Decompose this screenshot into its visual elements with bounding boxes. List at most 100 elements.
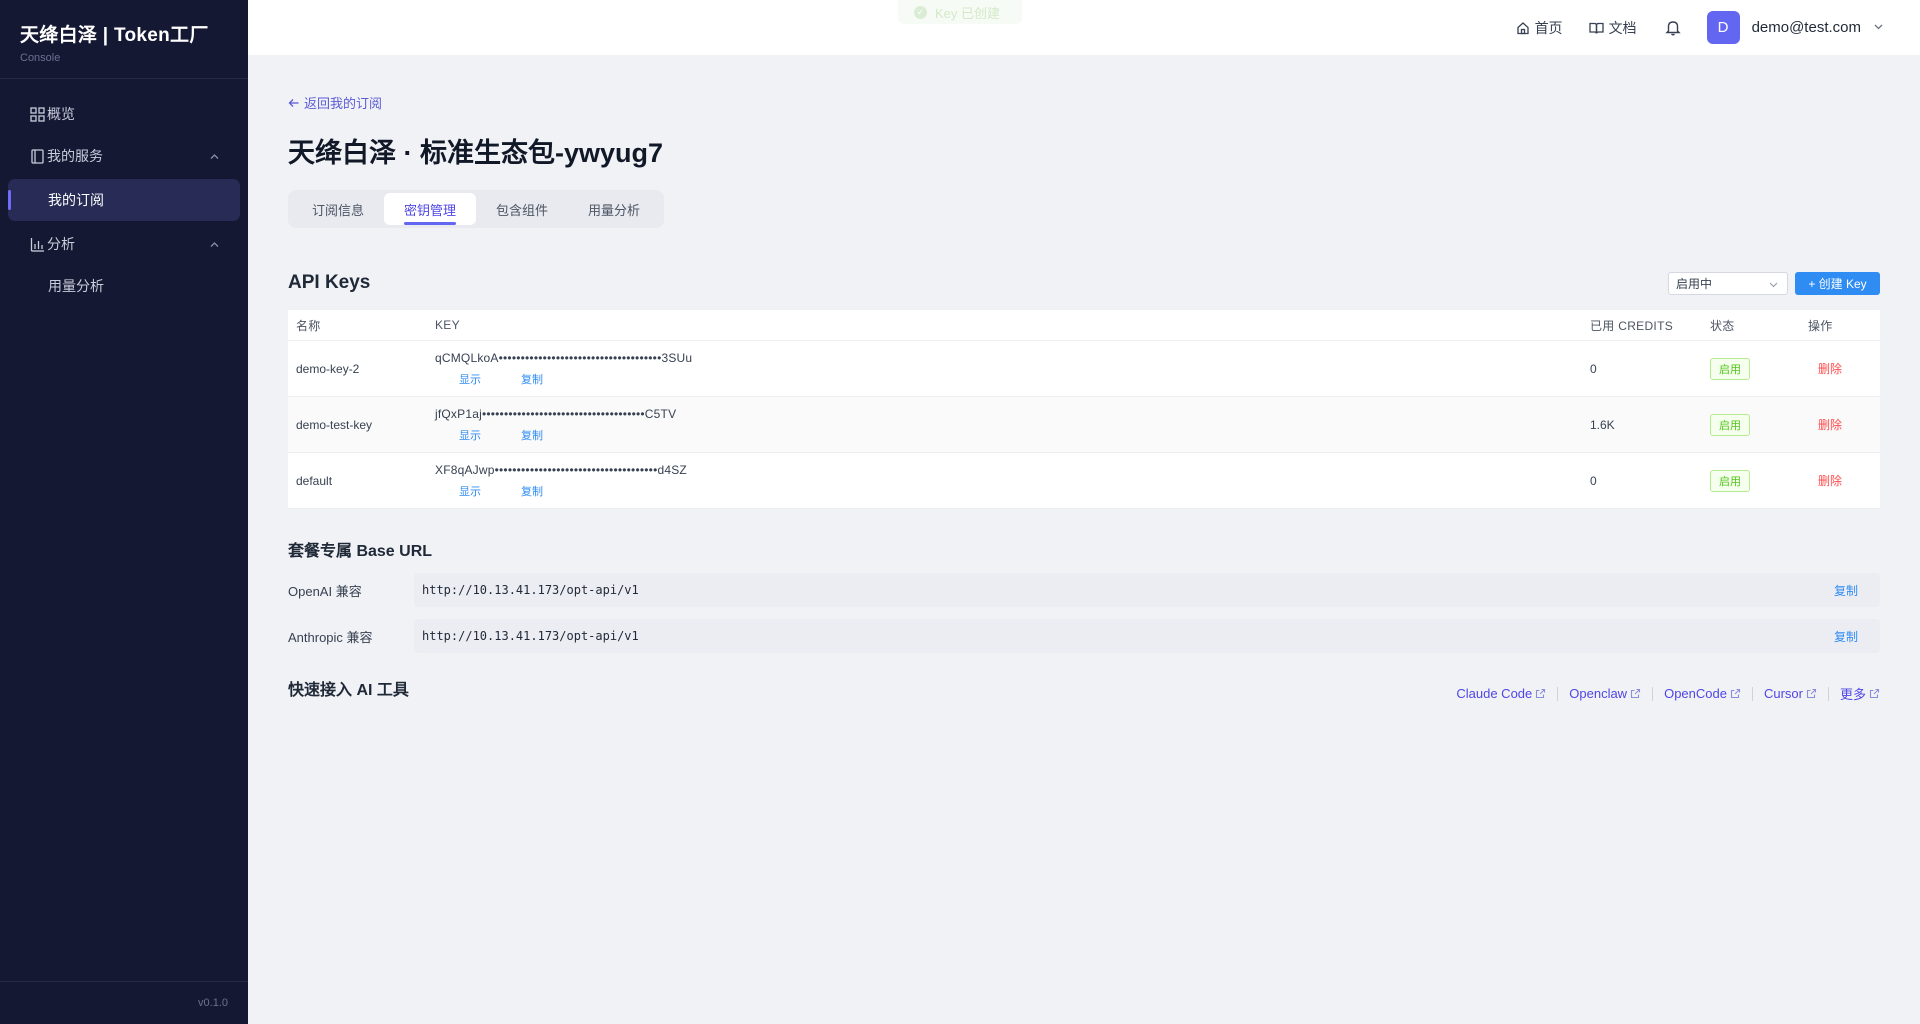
- tab-subscription-info[interactable]: 订阅信息: [292, 193, 384, 225]
- toast-text: Key 已创建: [935, 5, 1001, 21]
- divider: [1751, 686, 1753, 701]
- column-header-actions: 操作: [1808, 318, 1833, 333]
- status-cell: 启用: [1708, 357, 1808, 380]
- masked-key: jfQxP1aj••••••••••••••••••••••••••••••••…: [435, 406, 677, 421]
- tab-key-management[interactable]: 密钥管理: [384, 193, 477, 225]
- sidebar-item-analytics[interactable]: 分析: [0, 223, 248, 265]
- sidebar-item-label: 我的订阅: [48, 192, 104, 208]
- sidebar-item-label: 我的服务: [47, 148, 103, 164]
- column-header-key: KEY: [435, 318, 460, 332]
- quick-tools-links: Claude Code Openclaw OpenCode Cursor 更多: [1456, 684, 1880, 703]
- key-cell: XF8qAJwp••••••••••••••••••••••••••••••••…: [428, 463, 1588, 499]
- divider: [1827, 686, 1829, 701]
- status-filter-select[interactable]: 启用中: [1668, 272, 1788, 295]
- external-link-icon: [1536, 688, 1546, 699]
- tool-link-claude-code[interactable]: Claude Code: [1456, 686, 1546, 701]
- divider: [1652, 686, 1654, 701]
- divider: [1557, 686, 1559, 701]
- grid-icon: [29, 106, 45, 122]
- copy-key-link[interactable]: 复制: [521, 371, 543, 387]
- sidebar-item-my-subscriptions[interactable]: 我的订阅: [8, 179, 240, 221]
- tab-components[interactable]: 包含组件: [476, 193, 568, 225]
- delete-key-button[interactable]: 删除: [1818, 362, 1842, 376]
- api-keys-table: 名称 KEY 已用 CREDITS 状态 操作 demo-key-2 qCMQL…: [288, 310, 1880, 509]
- key-cell: qCMQLkoA••••••••••••••••••••••••••••••••…: [428, 351, 1588, 387]
- tool-link-label: Claude Code: [1456, 686, 1533, 701]
- base-url-value: http://10.13.41.173/opt-api/v1: [422, 583, 639, 597]
- credits-used: 0: [1590, 361, 1597, 376]
- base-url-label: OpenAI 兼容: [288, 583, 362, 599]
- docs-link[interactable]: 文档: [1588, 18, 1637, 38]
- copy-url-button[interactable]: 复制: [1834, 628, 1858, 645]
- tool-link-more[interactable]: 更多: [1840, 684, 1880, 703]
- external-link-icon: [1730, 688, 1741, 699]
- user-email: demo@test.com: [1751, 19, 1861, 36]
- brand: 天绛白泽 | Token工厂 Console: [0, 0, 248, 79]
- copy-key-link[interactable]: 复制: [521, 483, 543, 499]
- open-book-icon: [1588, 22, 1604, 34]
- key-name: demo-key-2: [296, 361, 360, 376]
- show-key-link[interactable]: 显示: [459, 427, 481, 443]
- api-keys-title: API Keys: [288, 272, 371, 293]
- sidebar: 天绛白泽 | Token工厂 Console 概览 我的服务 我的订阅 分析 用…: [0, 0, 248, 1024]
- quick-tools-title: 快速接入 AI 工具: [288, 682, 409, 699]
- back-link[interactable]: 返回我的订阅: [288, 93, 382, 112]
- table-row: default XF8qAJwp••••••••••••••••••••••••…: [288, 453, 1880, 509]
- key-cell: jfQxP1aj••••••••••••••••••••••••••••••••…: [428, 407, 1588, 443]
- credits-used: 0: [1590, 473, 1597, 488]
- base-url-field: http://10.13.41.173/opt-api/v1 复制: [414, 573, 1880, 607]
- check-circle-icon: ✓: [914, 5, 927, 19]
- sidebar-item-label: 用量分析: [48, 278, 104, 294]
- bar-chart-icon: [29, 236, 45, 252]
- external-link-icon: [1869, 688, 1880, 699]
- tab-usage-analytics[interactable]: 用量分析: [568, 193, 660, 225]
- copy-url-button[interactable]: 复制: [1834, 582, 1858, 599]
- version-label: v0.1.0: [0, 981, 248, 1024]
- tool-link-label: Openclaw: [1569, 686, 1628, 701]
- column-header-credits: 已用 CREDITS: [1590, 318, 1674, 333]
- home-link[interactable]: 首页: [1516, 18, 1563, 38]
- sidebar-item-usage-analytics[interactable]: 用量分析: [0, 265, 248, 307]
- avatar: D: [1706, 11, 1740, 44]
- notification-bell[interactable]: [1664, 19, 1681, 36]
- external-link-icon: [1631, 688, 1641, 699]
- show-key-link[interactable]: 显示: [459, 371, 481, 387]
- top-header: 首页 文档 D demo@test.com: [248, 0, 1920, 55]
- back-link-label: 返回我的订阅: [304, 96, 383, 111]
- page-title: 天绛白泽 · 标准生态包-ywyug7: [288, 138, 664, 168]
- show-key-link[interactable]: 显示: [459, 483, 481, 499]
- actions-cell: 删除: [1808, 416, 1880, 433]
- key-actions: 显示 复制: [435, 483, 1588, 499]
- chevron-down-icon: [1768, 279, 1779, 293]
- sidebar-item-my-services[interactable]: 我的服务: [0, 135, 248, 177]
- tab-bar: 订阅信息 密钥管理 包含组件 用量分析: [288, 190, 665, 228]
- key-name: demo-test-key: [296, 417, 373, 432]
- tool-link-cursor[interactable]: Cursor: [1764, 686, 1817, 701]
- user-menu[interactable]: D demo@test.com: [1706, 11, 1884, 44]
- status-cell: 启用: [1708, 469, 1808, 492]
- tool-link-openclaw[interactable]: Openclaw: [1569, 686, 1641, 701]
- sidebar-item-label: 分析: [47, 236, 75, 252]
- home-link-label: 首页: [1534, 19, 1563, 36]
- tool-link-label: Cursor: [1763, 686, 1803, 701]
- key-actions: 显示 复制: [435, 371, 1588, 387]
- base-url-field: http://10.13.41.173/opt-api/v1 复制: [414, 619, 1880, 653]
- external-link-icon: [1806, 688, 1817, 699]
- brand-subtitle: Console: [20, 52, 61, 64]
- status-filter-value: 启用中: [1676, 277, 1713, 291]
- home-icon: [1516, 21, 1529, 34]
- sidebar-item-overview[interactable]: 概览: [0, 93, 248, 135]
- column-header-name: 名称: [296, 318, 321, 333]
- toast-notification: ✓ Key 已创建: [898, 0, 1022, 24]
- delete-key-button[interactable]: 删除: [1818, 418, 1842, 432]
- copy-key-link[interactable]: 复制: [521, 427, 543, 443]
- create-key-button[interactable]: + 创建 Key: [1795, 272, 1880, 295]
- key-name: default: [296, 473, 333, 488]
- status-badge: 启用: [1710, 413, 1750, 436]
- status-cell: 启用: [1708, 413, 1808, 436]
- status-badge: 启用: [1710, 357, 1750, 380]
- delete-key-button[interactable]: 删除: [1818, 474, 1842, 488]
- brand-title: 天绛白泽 | Token工厂: [20, 25, 209, 46]
- tool-link-opencode[interactable]: OpenCode: [1664, 686, 1741, 701]
- table-header: 名称 KEY 已用 CREDITS 状态 操作: [288, 310, 1880, 341]
